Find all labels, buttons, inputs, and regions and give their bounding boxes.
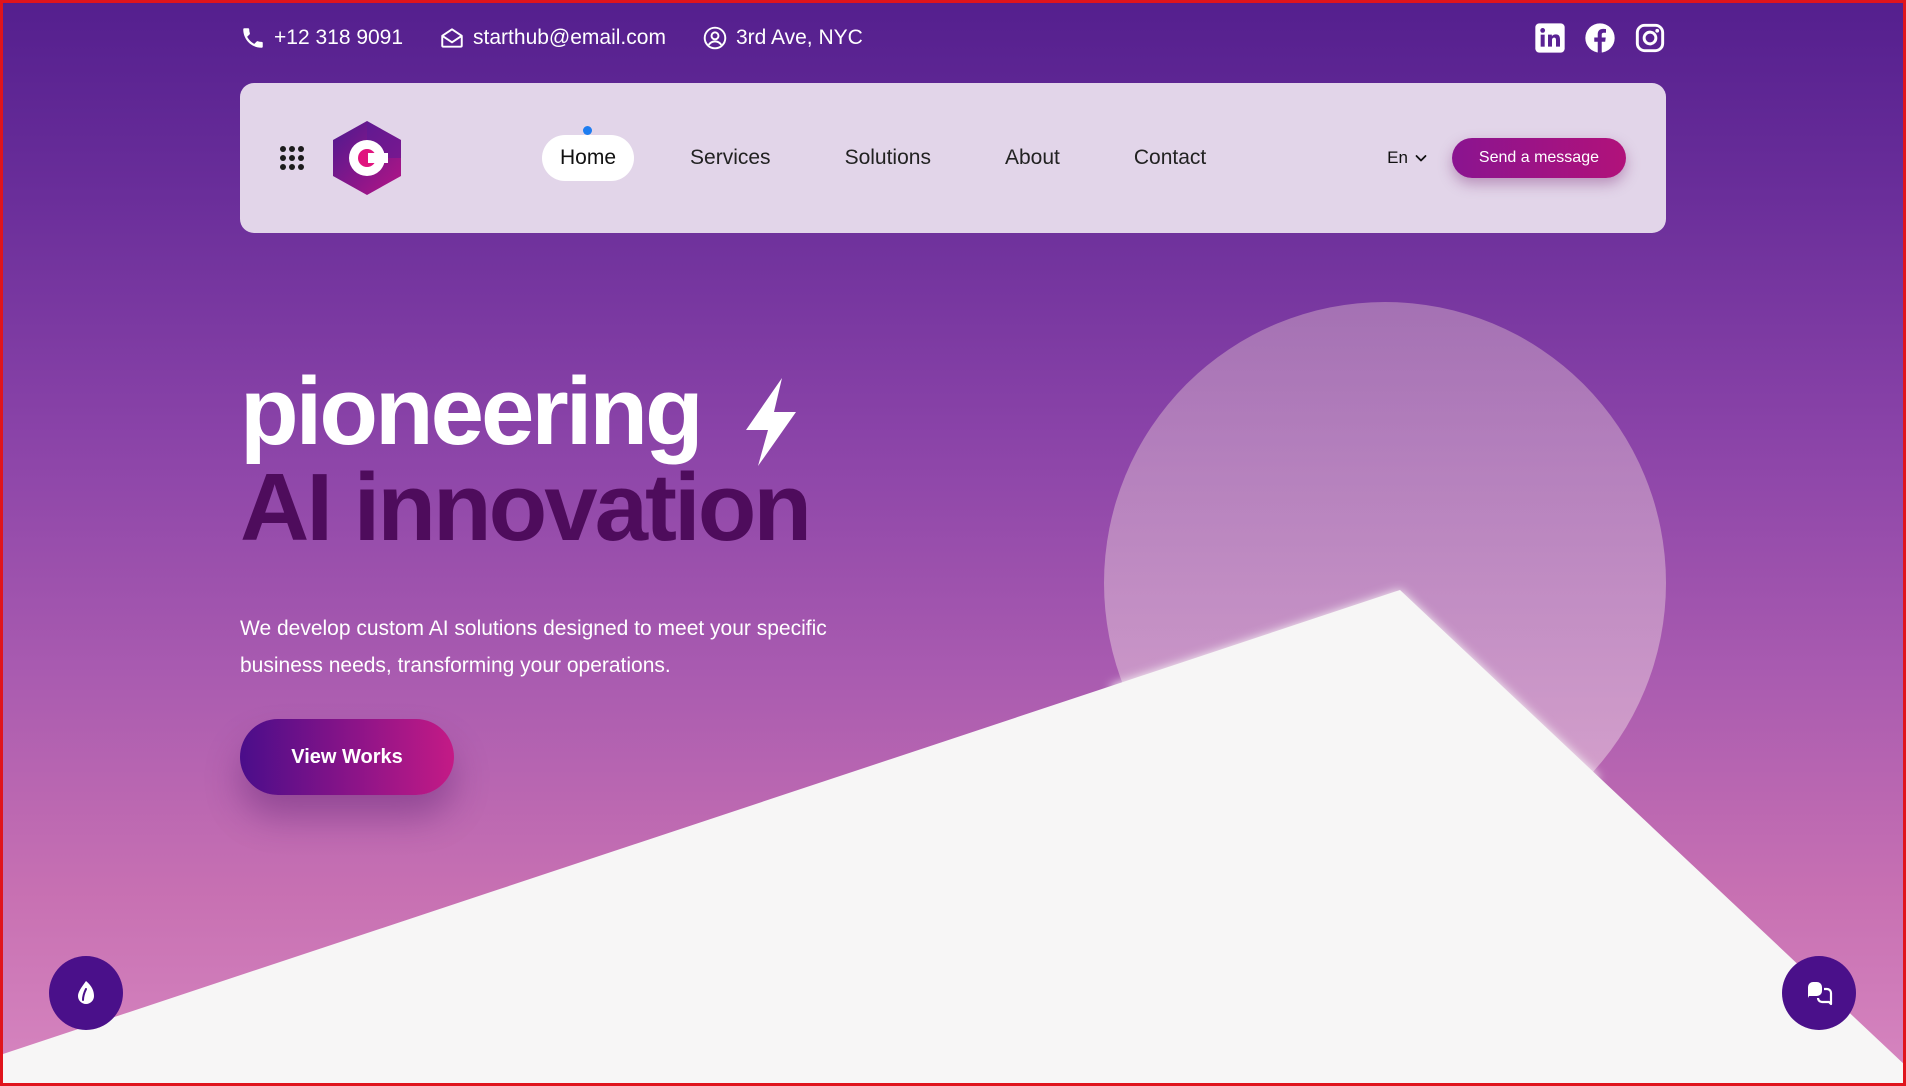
floating-chat-button[interactable]	[1782, 956, 1856, 1030]
floating-leaf-button[interactable]	[49, 956, 123, 1030]
leaf-icon	[78, 981, 94, 1004]
chat-icon	[1808, 982, 1833, 1006]
decorative-mountain-shape	[0, 590, 1906, 1086]
